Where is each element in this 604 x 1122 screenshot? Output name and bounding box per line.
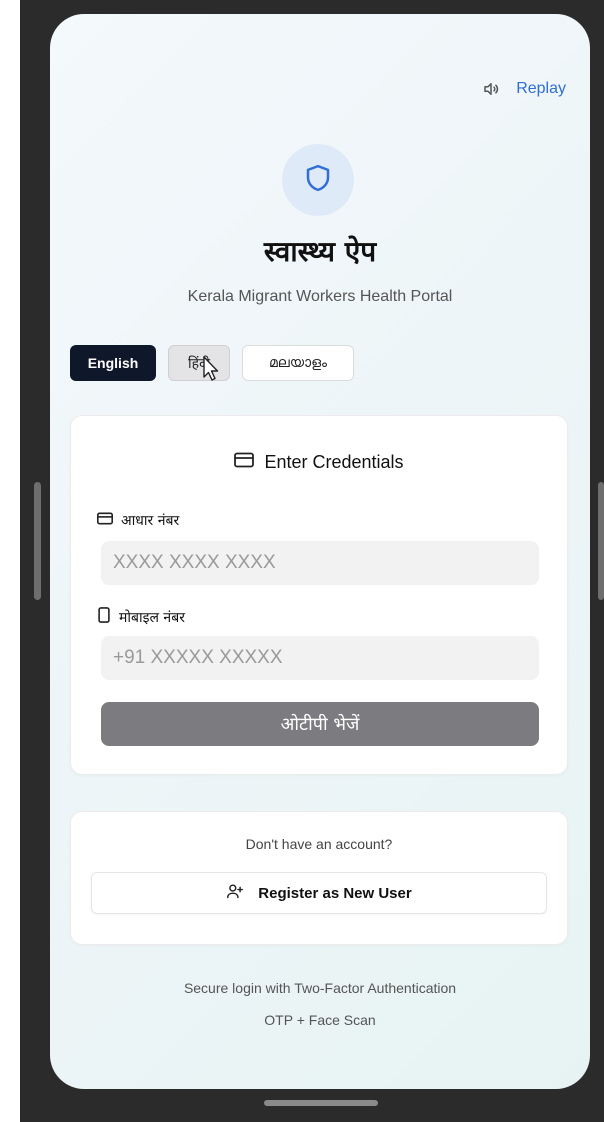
home-indicator[interactable]	[264, 1100, 378, 1106]
language-english-button[interactable]: English	[70, 345, 156, 381]
aadhaar-label-text: आधार नंबर	[121, 513, 180, 529]
speaker-icon[interactable]	[482, 80, 500, 98]
app-subtitle: Kerala Migrant Workers Health Portal	[187, 288, 453, 305]
app-title: स्वास्थ्य ऐप	[263, 235, 377, 268]
credentials-title: Enter Credentials	[264, 452, 404, 472]
footer-otp-text: OTP + Face Scan	[264, 1012, 376, 1028]
replay-link[interactable]: Replay	[516, 80, 566, 98]
mouse-cursor-icon	[199, 355, 219, 383]
login-card: Enter Credentials आधार नंबर मोबाइल नंबर …	[70, 415, 568, 775]
register-button[interactable]: Register as New User	[91, 872, 547, 914]
audio-controls: Replay	[482, 80, 566, 98]
phone-icon	[97, 607, 111, 627]
credentials-header: Enter Credentials	[71, 452, 567, 473]
id-card-icon	[234, 452, 255, 473]
aadhaar-label: आधार नंबर	[97, 511, 179, 530]
language-malayalam-button[interactable]: മലയാളം	[242, 345, 354, 381]
id-card-icon	[97, 512, 113, 529]
mobile-label-text: मोबाइल नंबर	[119, 609, 185, 626]
no-account-text: Don't have an account?	[245, 836, 393, 852]
user-plus-icon	[226, 883, 244, 903]
scrollbar-right[interactable]	[598, 482, 604, 600]
aadhaar-input[interactable]	[101, 541, 539, 585]
app-logo	[282, 144, 354, 216]
mobile-input[interactable]	[101, 636, 539, 680]
send-otp-button[interactable]: ओटीपी भेजें	[101, 702, 539, 746]
mobile-label: मोबाइल नंबर	[97, 607, 185, 627]
app-screen: Replay स्वास्थ्य ऐप Kerala Migrant Worke…	[50, 14, 590, 1089]
footer-security-text: Secure login with Two-Factor Authenticat…	[183, 980, 457, 996]
register-button-label: Register as New User	[258, 884, 412, 902]
scrollbar-left[interactable]	[34, 482, 41, 600]
register-card: Don't have an account? Register as New U…	[70, 811, 568, 945]
shield-icon	[303, 163, 333, 197]
